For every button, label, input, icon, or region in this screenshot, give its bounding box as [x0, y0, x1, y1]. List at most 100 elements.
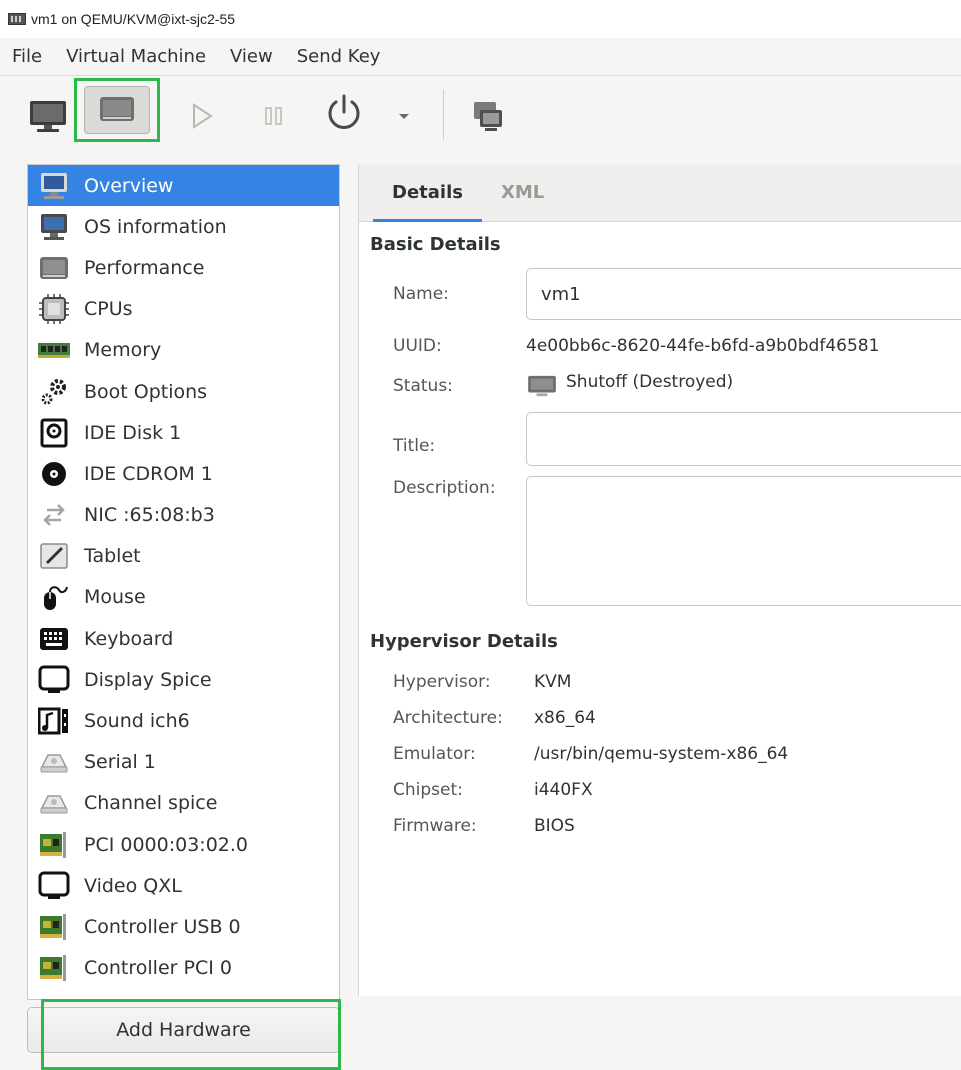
hw-item-ide-cdrom-1[interactable]: IDE CDROM 1 [28, 453, 339, 494]
hw-item-cpus[interactable]: CPUs [28, 289, 339, 330]
disk-icon [40, 418, 68, 448]
hw-item-tablet[interactable]: Tablet [28, 536, 339, 577]
hw-item-label: Overview [84, 174, 174, 197]
window-titlebar: vm1 on QEMU/KVM@ixt-sjc2-55 [0, 0, 961, 38]
os-info-icon [41, 213, 67, 240]
hw-item-performance[interactable]: Performance [28, 247, 339, 288]
hw-item-label: Controller PCI 0 [84, 957, 232, 980]
pause-button[interactable] [262, 102, 286, 130]
tablet-icon [40, 543, 68, 570]
hw-item-label: Serial 1 [84, 751, 156, 774]
hw-item-mouse[interactable]: Mouse [28, 577, 339, 618]
show-console-button[interactable] [28, 96, 68, 136]
sound-icon [38, 707, 68, 735]
boot-options-icon [41, 378, 66, 405]
hw-item-serial-1[interactable]: Serial 1 [28, 742, 339, 783]
hw-item-label: IDE Disk 1 [84, 421, 182, 444]
toolbar-separator [443, 90, 444, 140]
name-value: vm1 [541, 283, 581, 305]
hw-item-boot-options[interactable]: Boot Options [28, 371, 339, 412]
uuid-label: UUID: [393, 336, 442, 356]
hw-item-label: Memory [84, 339, 162, 362]
menubar: File Virtual Machine View Send Key [0, 38, 961, 76]
uuid-value: 4e00bb6c-8620-44fe-b6fd-a9b0bdf46581 [526, 336, 880, 356]
cpu-icon [39, 294, 69, 325]
fullscreen-console-button[interactable] [468, 96, 508, 136]
hw-item-controller-pci-0[interactable]: Controller PCI 0 [28, 948, 339, 989]
hw-item-memory[interactable]: Memory [28, 330, 339, 371]
video-icon [38, 871, 70, 899]
description-field[interactable] [526, 476, 961, 606]
architecture-label: Architecture: [393, 708, 503, 728]
tab-xml[interactable]: XML [482, 164, 563, 221]
hw-item-label: Tablet [84, 545, 141, 568]
basic-details-heading: Basic Details [370, 234, 501, 255]
add-hardware-button[interactable]: Add Hardware [27, 999, 341, 1070]
name-field[interactable]: vm1 [526, 268, 961, 320]
console-icon [474, 102, 502, 131]
dropdown-arrow-icon [399, 114, 409, 119]
network-icon [43, 504, 65, 526]
vm-status-icon [528, 375, 556, 397]
hw-item-label: Controller USB 0 [84, 915, 241, 938]
hypervisor-value: KVM [534, 672, 572, 692]
hypervisor-details-heading: Hypervisor Details [370, 631, 558, 652]
hw-item-controller-usb-0[interactable]: Controller USB 0 [28, 906, 339, 947]
menu-file[interactable]: File [8, 46, 54, 67]
performance-icon [40, 256, 68, 279]
hw-item-keyboard[interactable]: Keyboard [28, 618, 339, 659]
menu-virtual-machine[interactable]: Virtual Machine [54, 46, 218, 67]
display-icon [38, 665, 70, 693]
show-details-button[interactable] [74, 78, 160, 142]
name-label: Name: [393, 284, 449, 304]
run-button[interactable] [188, 100, 216, 132]
overview-icon [41, 172, 67, 199]
tab-details[interactable]: Details [373, 164, 482, 222]
hw-item-label: PCI 0000:03:02.0 [84, 833, 249, 856]
emulator-label: Emulator: [393, 744, 476, 764]
controller-pci-icon [40, 955, 66, 982]
menu-view[interactable]: View [218, 46, 285, 67]
details-icon [100, 97, 134, 121]
hardware-list: Overview OS information Performance CPUs… [27, 164, 340, 1000]
hw-item-label: Video QXL [84, 874, 182, 897]
title-field[interactable] [526, 412, 961, 466]
hw-item-label: Keyboard [84, 627, 174, 650]
shutdown-menu-button[interactable] [392, 104, 416, 128]
hw-item-os-information[interactable]: OS information [28, 206, 339, 247]
window-title: vm1 on QEMU/KVM@ixt-sjc2-55 [31, 11, 236, 27]
hw-item-nic[interactable]: NIC :65:08:b3 [28, 495, 339, 536]
hw-item-label: IDE CDROM 1 [84, 462, 213, 485]
status-label: Status: [393, 376, 453, 396]
hw-item-video-qxl[interactable]: Video QXL [28, 865, 339, 906]
memory-icon [38, 343, 70, 359]
hw-item-overview[interactable]: Overview [28, 165, 339, 207]
firmware-label: Firmware: [393, 816, 477, 836]
hw-item-label: Channel spice [84, 792, 218, 815]
controller-usb-icon [40, 913, 66, 940]
monitor-icon [30, 101, 66, 132]
chipset-label: Chipset: [393, 780, 463, 800]
hw-item-pci[interactable]: PCI 0000:03:02.0 [28, 824, 339, 865]
hw-item-label: Performance [84, 256, 205, 279]
toolbar [0, 76, 961, 156]
details-panel: Details XML Basic Details Name: vm1 UUID… [358, 164, 961, 996]
hw-item-label: CPUs [84, 298, 133, 321]
hw-item-channel-spice[interactable]: Channel spice [28, 783, 339, 824]
app-icon [8, 13, 26, 25]
workspace: Overview OS information Performance CPUs… [0, 156, 961, 1070]
keyboard-icon [40, 627, 68, 650]
hw-item-label: Sound ich6 [84, 710, 190, 733]
hw-item-sound-ich6[interactable]: Sound ich6 [28, 700, 339, 741]
hw-item-display-spice[interactable]: Display Spice [28, 659, 339, 700]
emulator-value: /usr/bin/qemu-system-x86_64 [534, 744, 789, 764]
mouse-icon [44, 586, 68, 611]
menu-send-key[interactable]: Send Key [285, 46, 393, 67]
title-label: Title: [393, 436, 436, 456]
hw-item-label: Display Spice [84, 668, 212, 691]
pause-icon [265, 107, 282, 125]
hw-item-label: Mouse [84, 586, 146, 609]
add-hardware-label: Add Hardware [116, 1019, 251, 1041]
hw-item-ide-disk-1[interactable]: IDE Disk 1 [28, 412, 339, 453]
shutdown-button[interactable] [324, 92, 364, 136]
